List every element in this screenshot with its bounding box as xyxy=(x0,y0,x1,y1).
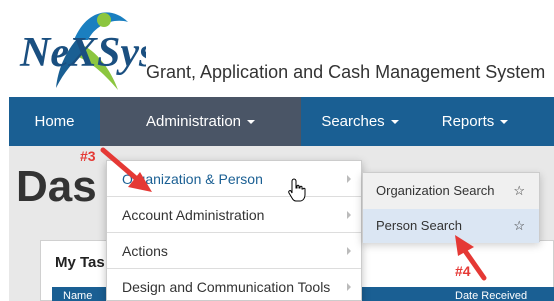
submenu-item-person-search[interactable]: Person Search ☆ xyxy=(363,209,539,243)
nexsys-logo[interactable]: NeXSys xyxy=(16,0,146,95)
table-header-name[interactable]: Name xyxy=(63,290,92,301)
menu-item-label: Account Administration xyxy=(122,207,265,223)
menu-item-actions[interactable]: Actions xyxy=(107,233,361,269)
menu-item-account-administration[interactable]: Account Administration xyxy=(107,197,361,233)
nav-administration-label: Administration xyxy=(145,113,242,130)
page-title: Das xyxy=(16,162,97,211)
annotation-step-4: #4 xyxy=(455,263,471,279)
caret-down-icon xyxy=(500,120,509,125)
panel-title: My Tas xyxy=(55,254,105,271)
nav-searches[interactable]: Searches xyxy=(301,97,419,146)
star-outline-icon[interactable]: ☆ xyxy=(513,174,525,208)
caret-down-icon xyxy=(390,120,399,125)
main-navbar: Home Administration Searches Reports xyxy=(9,97,554,146)
table-header-date[interactable]: Date Received xyxy=(455,290,527,301)
submenu-item-label: Organization Search xyxy=(376,183,495,198)
logo-text: NeXSys xyxy=(19,30,146,76)
chevron-right-icon xyxy=(347,211,351,219)
menu-item-design-communication-tools[interactable]: Design and Communication Tools xyxy=(107,269,361,301)
organization-person-submenu: Organization Search ☆ Person Search ☆ xyxy=(362,172,540,243)
annotation-step-3: #3 xyxy=(80,148,96,164)
caret-down-icon xyxy=(247,120,256,125)
hand-cursor-icon xyxy=(288,178,306,202)
nav-home-label: Home xyxy=(34,113,75,130)
star-outline-icon[interactable]: ☆ xyxy=(513,209,525,243)
nav-reports-label: Reports xyxy=(441,113,495,130)
chevron-right-icon xyxy=(347,283,351,291)
menu-item-label: Actions xyxy=(122,243,168,259)
submenu-item-label: Person Search xyxy=(376,218,462,233)
submenu-item-organization-search[interactable]: Organization Search ☆ xyxy=(363,174,539,208)
nav-administration[interactable]: Administration xyxy=(100,97,301,146)
app-title: Grant, Application and Cash Management S… xyxy=(146,62,546,82)
menu-item-organization-person[interactable]: Organization & Person xyxy=(107,161,361,197)
header: NeXSys Grant, Application and Cash Manag… xyxy=(0,0,554,97)
menu-item-label: Organization & Person xyxy=(122,171,263,187)
nav-searches-label: Searches xyxy=(321,113,385,130)
administration-dropdown: Organization & Person Account Administra… xyxy=(106,160,362,301)
nav-reports[interactable]: Reports xyxy=(419,97,531,146)
menu-item-label: Design and Communication Tools xyxy=(122,279,331,295)
chevron-right-icon xyxy=(347,175,351,183)
nav-home[interactable]: Home xyxy=(9,97,100,146)
chevron-right-icon xyxy=(347,247,351,255)
